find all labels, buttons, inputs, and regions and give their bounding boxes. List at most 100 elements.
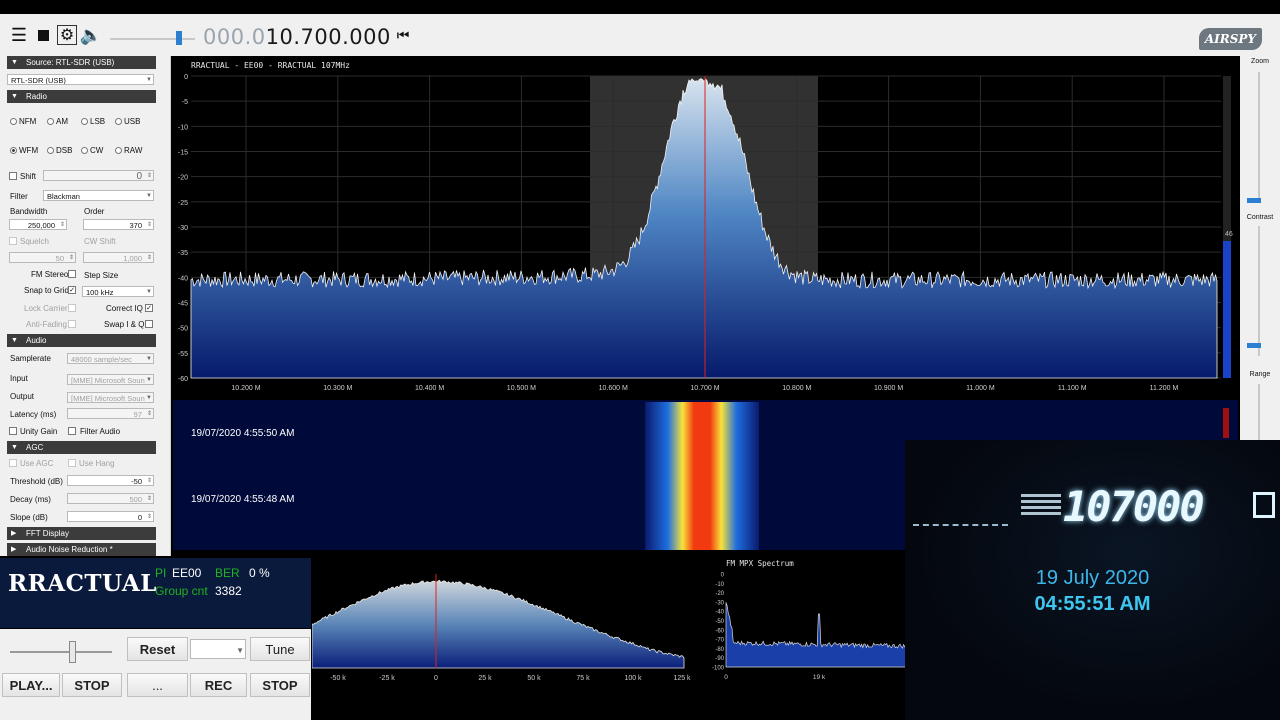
- snap-label: Snap to Grid: [24, 286, 69, 295]
- chevron-down-icon: ▼: [146, 77, 152, 83]
- play-button[interactable]: PLAY...: [2, 673, 60, 697]
- snap-checkbox[interactable]: ✓: [68, 286, 76, 294]
- mode-usb[interactable]: USB: [115, 117, 140, 126]
- record-button[interactable]: REC: [190, 673, 247, 697]
- stop-record-button[interactable]: STOP: [250, 673, 310, 697]
- reset-button[interactable]: Reset: [127, 637, 188, 661]
- preset-select[interactable]: ▼: [190, 639, 246, 659]
- zoom-thumb[interactable]: [1247, 198, 1261, 203]
- airspy-logo: AIRSPY: [1198, 28, 1262, 50]
- threshold-label: Threshold (dB): [10, 477, 63, 486]
- mode-wfm[interactable]: WFM: [10, 146, 38, 155]
- mode-raw[interactable]: RAW: [115, 146, 142, 155]
- bandwidth-input[interactable]: 250,000 ⇕: [9, 219, 67, 230]
- samplerate-select[interactable]: 48000 sample/sec ▼: [67, 353, 154, 364]
- stop-button[interactable]: STOP: [62, 673, 122, 697]
- audio-header[interactable]: Audio: [7, 334, 156, 347]
- unitygain-checkbox[interactable]: [9, 427, 17, 435]
- chevron-down-icon: ▼: [146, 395, 152, 401]
- contrast-label: Contrast: [1246, 214, 1274, 221]
- noise-reduction-header[interactable]: Audio Noise Reduction *: [7, 543, 156, 556]
- speaker-icon[interactable]: 🔈: [80, 24, 102, 46]
- top-bar: [0, 0, 1280, 14]
- tune-button[interactable]: Tune: [250, 637, 310, 661]
- mpx-y-tick: -30: [715, 600, 724, 606]
- spinner-icon: ⇕: [59, 222, 65, 228]
- spinner-icon: ⇕: [146, 255, 152, 261]
- lcd-indicator: [1021, 494, 1061, 516]
- rds-group-label: Group cnt: [155, 584, 208, 598]
- waterfall-signal: [645, 402, 759, 550]
- spectrum-x-tick: 10.400 M: [415, 385, 444, 392]
- if-x-tick: 25 k: [478, 675, 492, 682]
- rds-station-name: RRACTUAL: [8, 570, 157, 597]
- cwshift-label: CW Shift: [84, 237, 116, 246]
- if-spectrum-panel[interactable]: -50 k -25 k 0 25 k 50 k 75 k 100 k 125 k: [311, 554, 702, 688]
- order-value: 370: [129, 221, 142, 230]
- antifading-checkbox[interactable]: [68, 320, 76, 328]
- order-input[interactable]: 370 ⇕: [83, 219, 154, 230]
- volume-slider-track[interactable]: [110, 38, 195, 40]
- mode-cw[interactable]: CW: [81, 146, 103, 155]
- spinner-icon: ⇕: [146, 496, 152, 502]
- skip-icon[interactable]: ⏮: [392, 24, 414, 46]
- agc-header[interactable]: AGC: [7, 441, 156, 454]
- playback-controls: Reset ▼ Tune PLAY... STOP ... REC STOP: [0, 629, 311, 720]
- stepsize-select[interactable]: 100 kHz ▼: [82, 286, 154, 297]
- source-header[interactable]: Source: RTL-SDR (USB): [7, 56, 156, 69]
- radio-header[interactable]: Radio: [7, 90, 156, 103]
- chevron-down-icon: ▼: [146, 289, 152, 295]
- radio-dot: [47, 147, 54, 154]
- filteraudio-label: Filter Audio: [80, 427, 121, 436]
- bandwidth-value: 250,000: [27, 221, 55, 230]
- shift-checkbox[interactable]: [9, 172, 17, 180]
- input-value: [MME] Microsoft Soun: [71, 376, 145, 385]
- range-label: Range: [1249, 371, 1271, 378]
- zoom-slider[interactable]: [1258, 72, 1260, 202]
- waterfall-level-bar: [1223, 408, 1229, 438]
- radio-dot: [115, 147, 122, 154]
- volume-slider-thumb[interactable]: [176, 31, 182, 45]
- audio-slider-thumb[interactable]: [69, 641, 76, 663]
- source-select[interactable]: RTL-SDR (USB) ▼: [7, 74, 154, 85]
- shift-input[interactable]: 0 ⇕: [43, 170, 154, 181]
- threshold-input[interactable]: -50 ⇕: [67, 475, 154, 486]
- decay-input[interactable]: 500 ⇕: [67, 493, 154, 504]
- contrast-thumb[interactable]: [1247, 343, 1261, 348]
- chevron-down-icon: ▼: [236, 646, 244, 655]
- squelch-input[interactable]: 50 ⇕: [9, 252, 76, 263]
- mode-am[interactable]: AM: [47, 117, 68, 126]
- cwshift-input[interactable]: 1,000 ⇕: [83, 252, 154, 263]
- contrast-slider[interactable]: [1258, 226, 1260, 356]
- swapiq-checkbox[interactable]: [145, 320, 153, 328]
- filteraudio-checkbox[interactable]: [68, 427, 76, 435]
- output-select[interactable]: [MME] Microsoft Soun ▼: [67, 392, 154, 403]
- input-select[interactable]: [MME] Microsoft Soun ▼: [67, 374, 154, 385]
- mpx-x-tick: 19 k: [813, 674, 826, 681]
- mpx-spectrum-panel[interactable]: FM MPX Spectrum 0 -10 -20 -30 -40 -50 -60 -70 -8…: [706, 554, 907, 688]
- filter-select[interactable]: Blackman ▼: [43, 190, 154, 201]
- frequency-display[interactable]: 000.010.700.000: [203, 25, 391, 49]
- if-x-tick: -25 k: [379, 675, 395, 682]
- slope-input[interactable]: 0 ⇕: [67, 511, 154, 522]
- squelch-checkbox[interactable]: [9, 237, 17, 245]
- order-label: Order: [84, 207, 105, 216]
- correctiq-checkbox[interactable]: ✓: [145, 304, 153, 312]
- gear-icon[interactable]: ⚙: [56, 24, 78, 46]
- mode-dsb[interactable]: DSB: [47, 146, 72, 155]
- mode-lsb[interactable]: LSB: [81, 117, 105, 126]
- stop-icon[interactable]: [32, 24, 54, 46]
- useagc-checkbox[interactable]: [9, 459, 17, 467]
- menu-icon[interactable]: ☰: [8, 24, 30, 46]
- lockcarrier-checkbox[interactable]: [68, 304, 76, 312]
- usehang-checkbox[interactable]: [68, 459, 76, 467]
- fmstereo-checkbox[interactable]: [68, 270, 76, 278]
- mode-nfm[interactable]: NFM: [10, 117, 36, 126]
- more-button[interactable]: ...: [127, 673, 188, 697]
- toolbar: ☰ ⚙ 🔈 000.010.700.000 ⏮ AIRSPY: [0, 14, 1280, 56]
- spectrum-analyzer[interactable]: 46 RRACTUAL - EE00 - RRACTUAL 107MHz 0 -5…: [173, 56, 1238, 396]
- latency-input[interactable]: 97 ⇕: [67, 408, 154, 419]
- range-slider[interactable]: [1258, 384, 1260, 440]
- fft-display-header[interactable]: FFT Display: [7, 527, 156, 540]
- audio-slider-track[interactable]: [10, 651, 112, 653]
